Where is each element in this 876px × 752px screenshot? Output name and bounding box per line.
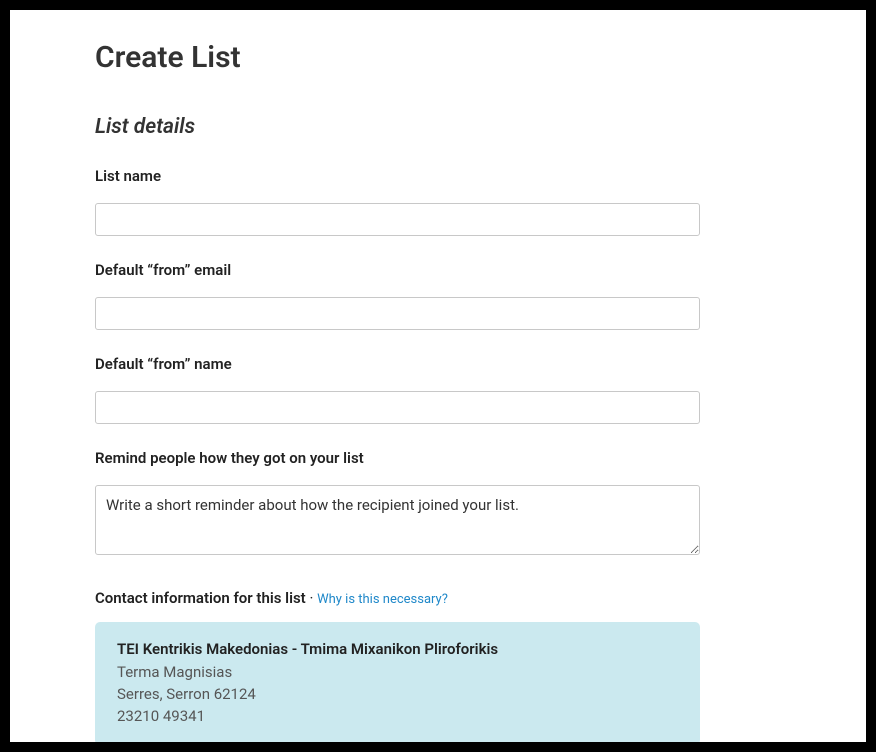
reminder-textarea[interactable] <box>95 485 700 555</box>
field-reminder: Remind people how they got on your list <box>95 449 786 559</box>
from-name-input[interactable] <box>95 391 700 424</box>
field-from-email: Default “from” email <box>95 261 786 330</box>
contact-phone: 23210 49341 <box>117 706 678 728</box>
contact-address-2: Serres, Serron 62124 <box>117 684 678 706</box>
list-name-input[interactable] <box>95 203 700 236</box>
field-from-name: Default “from” name <box>95 355 786 424</box>
list-name-label: List name <box>95 167 786 185</box>
contact-heading-separator: · <box>306 589 317 607</box>
from-name-label: Default “from” name <box>95 355 786 373</box>
reminder-label: Remind people how they got on your list <box>95 449 786 467</box>
from-email-label: Default “from” email <box>95 261 786 279</box>
contact-heading-text: Contact information for this list <box>95 589 306 607</box>
field-list-name: List name <box>95 167 786 236</box>
create-list-page: Create List List details List name Defau… <box>10 10 866 742</box>
from-email-input[interactable] <box>95 297 700 330</box>
contact-org: TEI Kentrikis Makedonias - Tmima Mixanik… <box>117 640 678 658</box>
contact-card: TEI Kentrikis Makedonias - Tmima Mixanik… <box>95 622 700 742</box>
contact-address-1: Terma Magnisias <box>117 662 678 684</box>
why-necessary-link[interactable]: Why is this necessary? <box>317 592 448 607</box>
section-heading: List details <box>95 115 786 139</box>
contact-heading: Contact information for this list · Why … <box>95 589 786 607</box>
page-title: Create List <box>95 40 786 75</box>
